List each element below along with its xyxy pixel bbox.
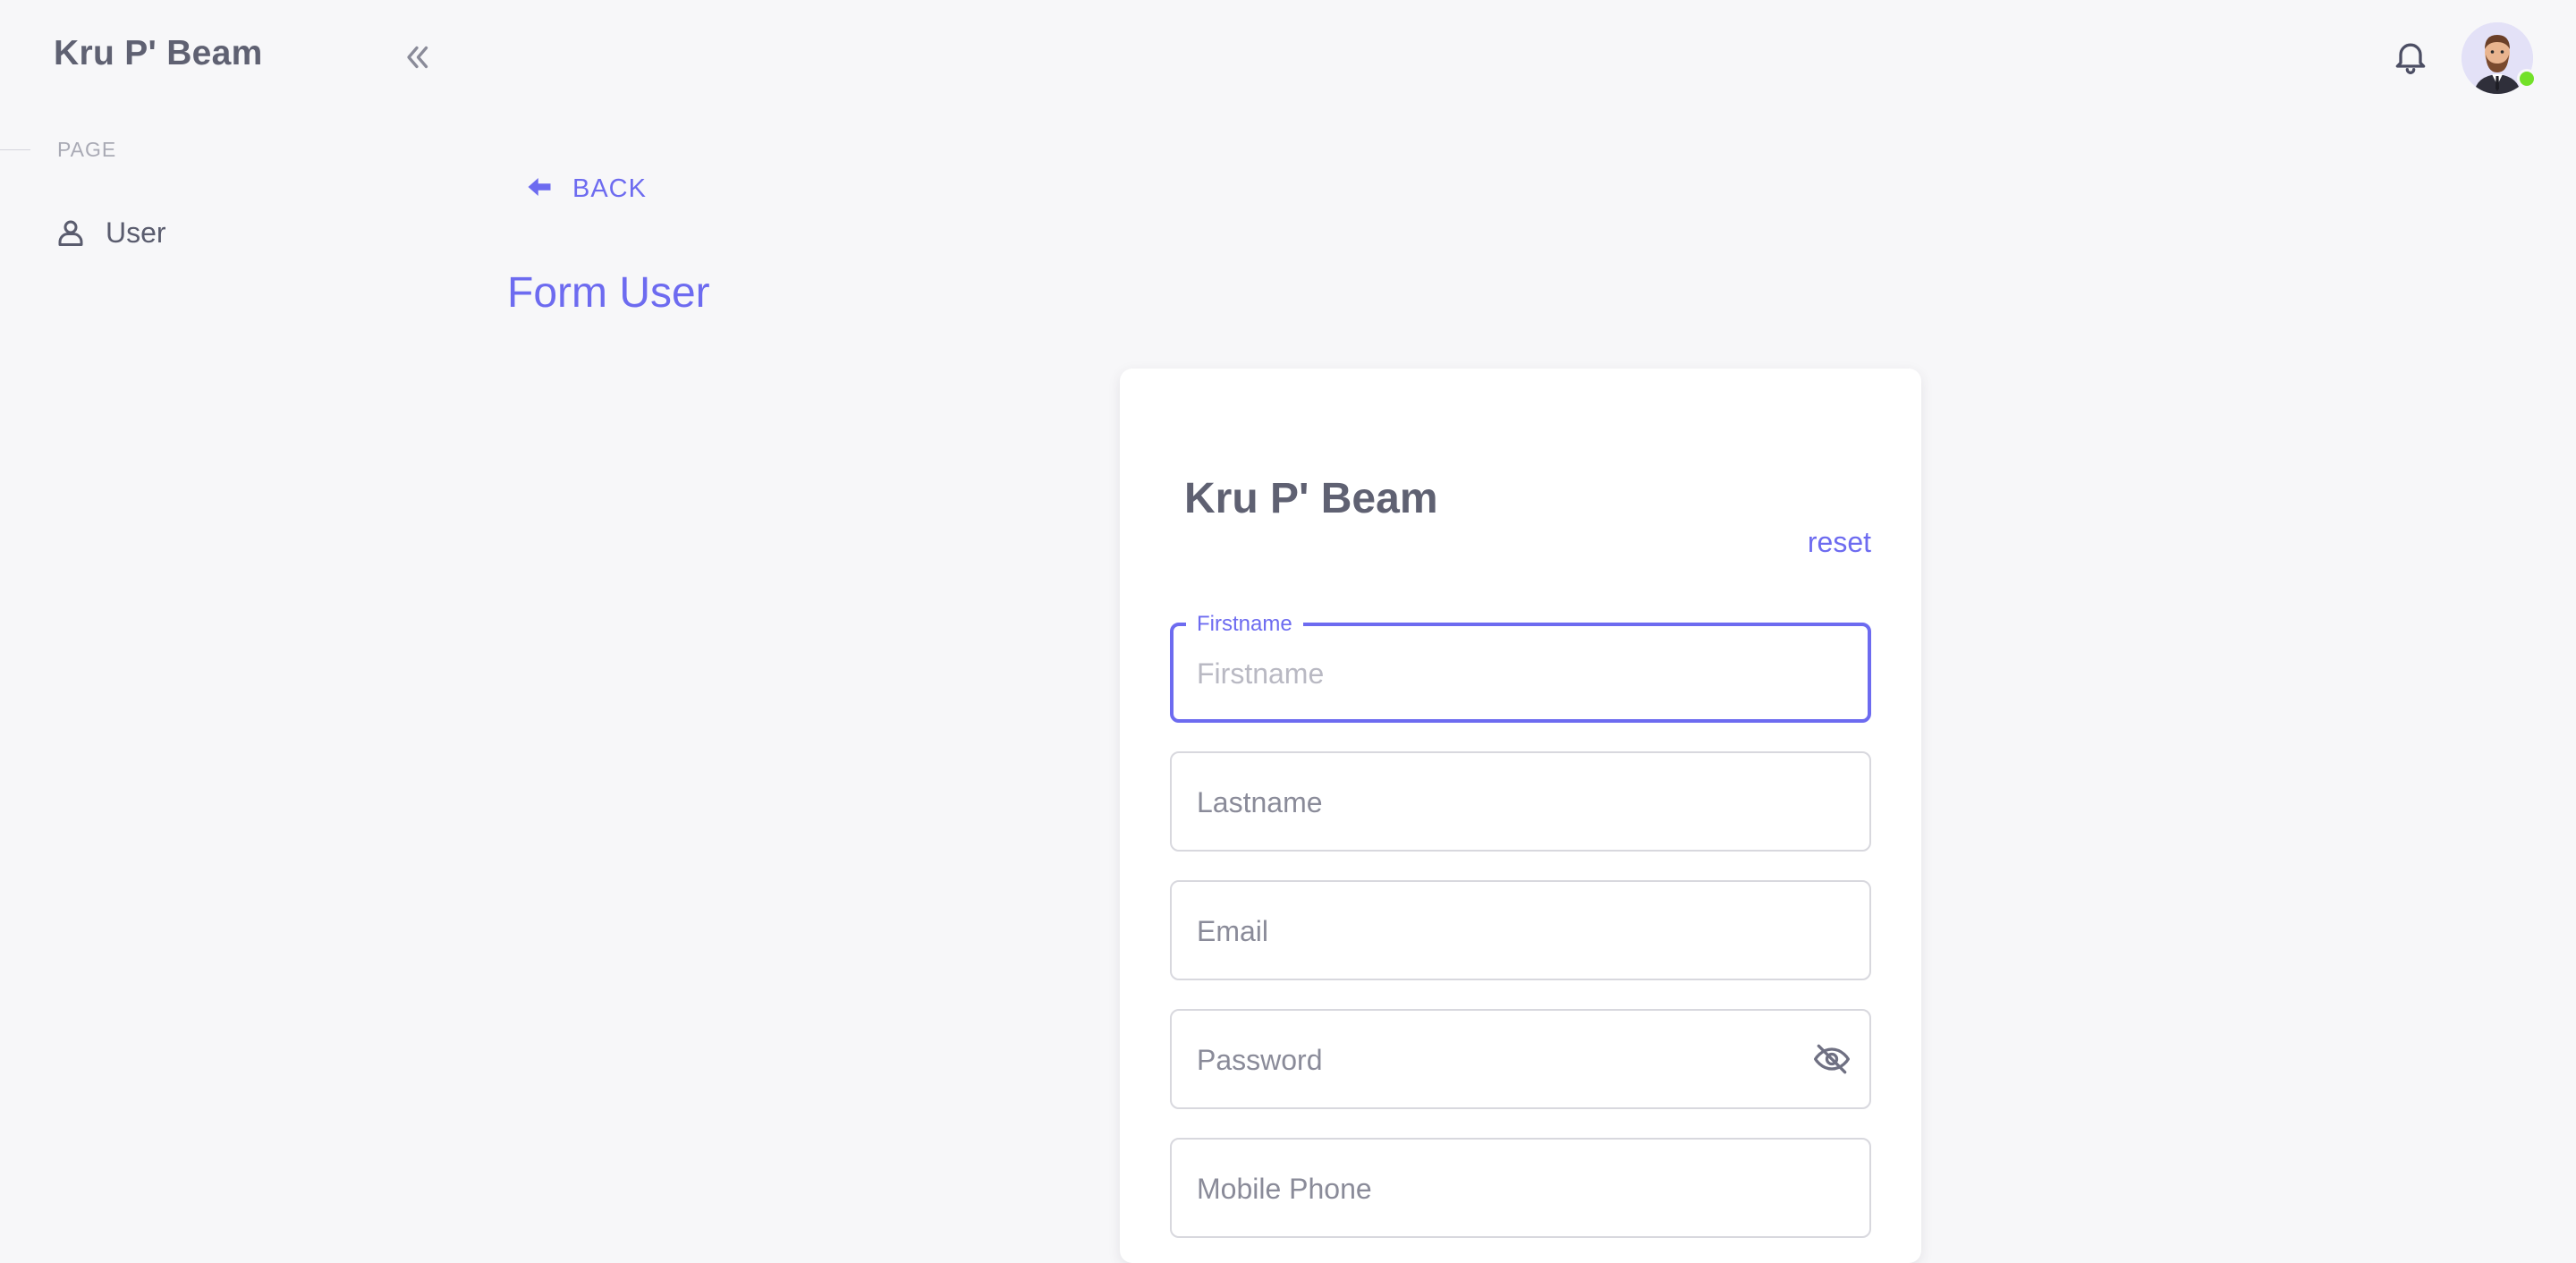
password-field	[1170, 1009, 1871, 1109]
sidebar-item-user[interactable]: User	[36, 204, 429, 261]
online-status-dot	[2517, 69, 2537, 89]
bell-icon	[2391, 37, 2430, 81]
collapse-sidebar-button[interactable]	[394, 36, 440, 82]
mobile-phone-field	[1170, 1138, 1871, 1238]
email-input[interactable]	[1195, 882, 1807, 980]
arrow-left-icon	[526, 174, 553, 205]
reset-button[interactable]: reset	[1808, 526, 1871, 559]
avatar[interactable]	[2462, 22, 2537, 94]
back-button[interactable]: BACK	[526, 174, 647, 205]
firstname-field: Firstname	[1170, 612, 1871, 723]
eye-off-icon	[1812, 1039, 1852, 1083]
card-title: Kru P' Beam	[1184, 475, 1438, 522]
lastname-field	[1170, 751, 1871, 852]
notifications-button[interactable]	[2386, 34, 2435, 82]
password-input[interactable]	[1195, 1011, 1807, 1109]
form-card: Kru P' Beam reset Firstname	[1120, 369, 1921, 1263]
sidebar-section-title: PAGE	[0, 134, 268, 165]
app-brand[interactable]: Kru P' Beam	[54, 34, 263, 73]
mobile-phone-input[interactable]	[1195, 1140, 1807, 1238]
page-title: Form User	[507, 269, 710, 317]
double-chevron-left-icon	[401, 41, 433, 78]
user-icon	[54, 216, 88, 250]
lastname-input[interactable]	[1195, 753, 1807, 852]
section-divider	[0, 148, 30, 150]
sidebar-item-label: User	[106, 216, 166, 249]
toggle-password-visibility-button[interactable]	[1810, 1039, 1853, 1082]
section-title-label: PAGE	[57, 137, 117, 161]
sidebar: Kru P' Beam PAGE User	[0, 0, 465, 1222]
back-label: BACK	[572, 174, 647, 203]
firstname-input[interactable]	[1195, 626, 1807, 721]
email-field	[1170, 880, 1871, 980]
